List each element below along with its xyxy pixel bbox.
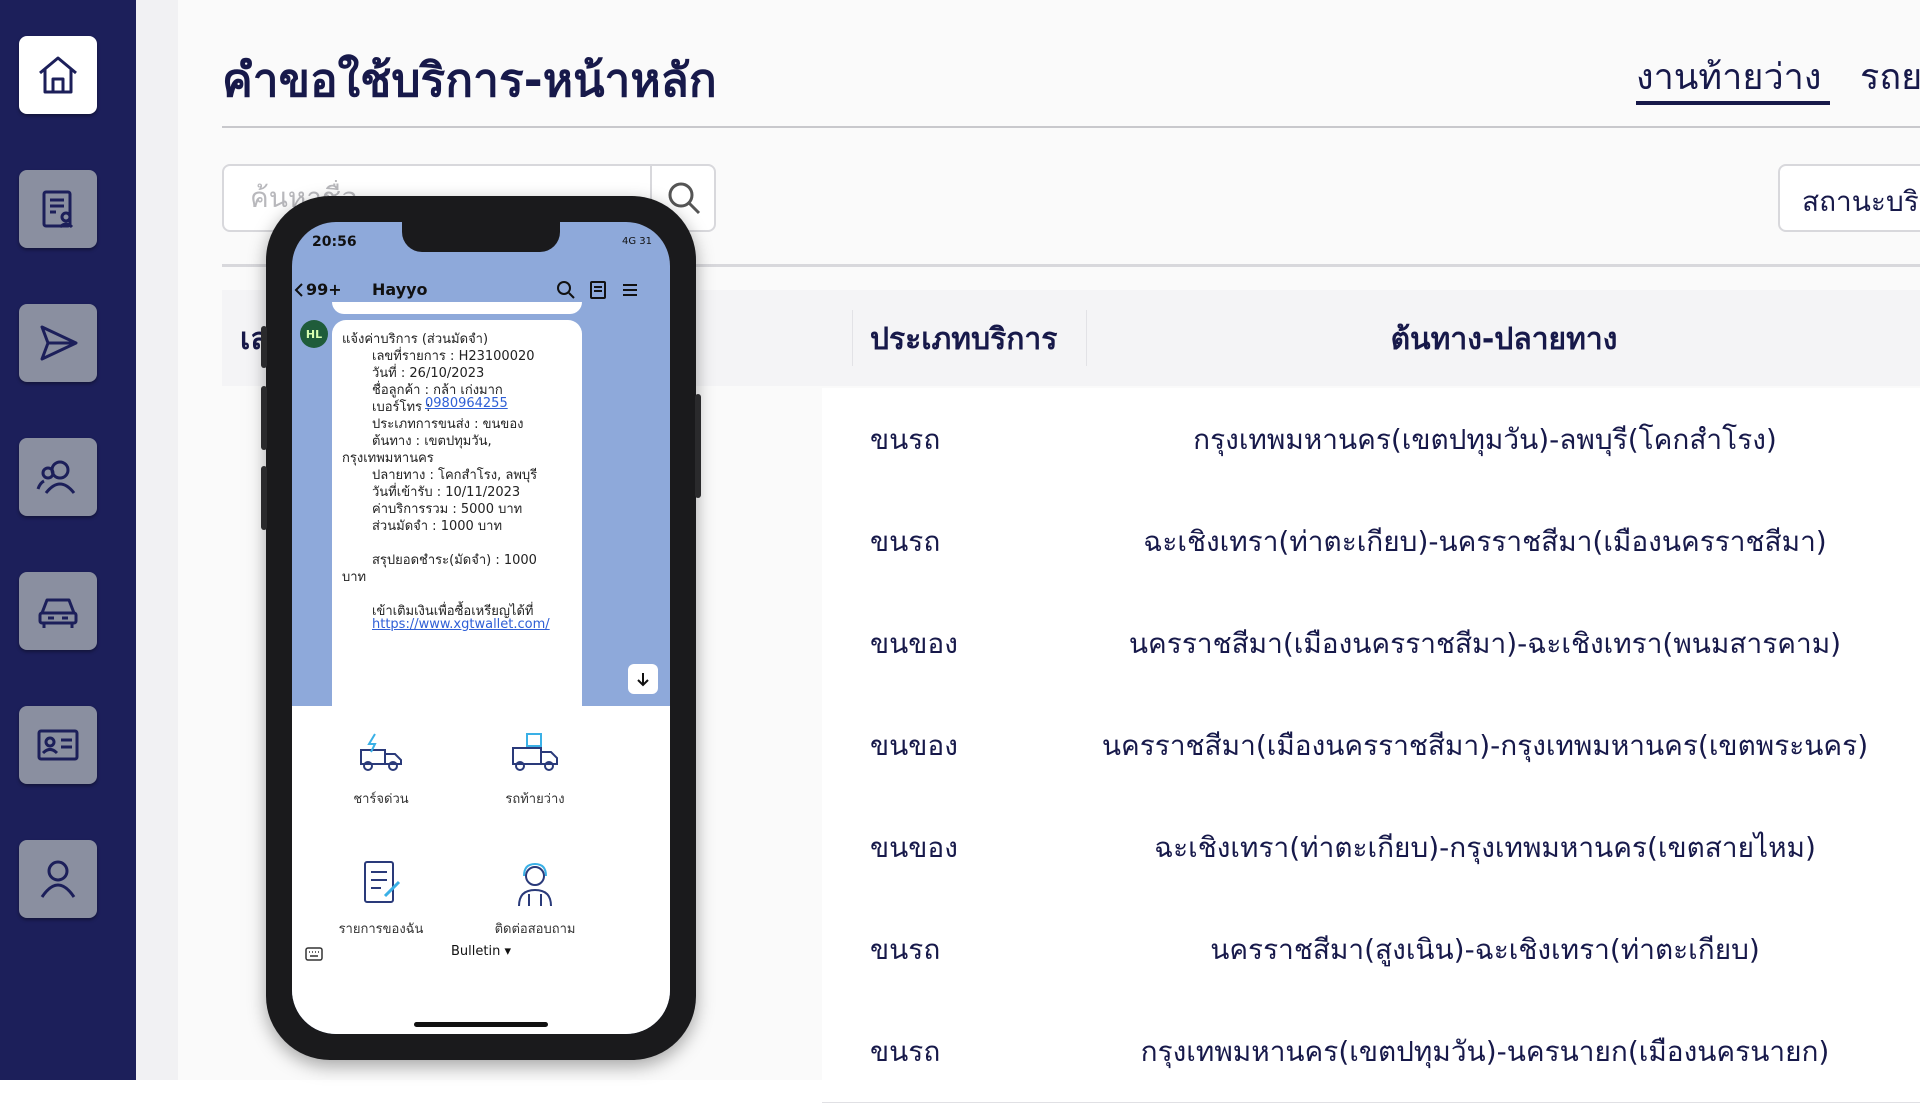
menu-item-empty-truck[interactable]: รถท้ายว่าง: [460, 726, 610, 809]
tab-empty-truck-jobs[interactable]: งานท้ายว่าง: [1636, 48, 1821, 105]
content-gutter: [136, 0, 178, 1080]
unread-count[interactable]: 99+: [306, 280, 342, 299]
nav-users-button[interactable]: [19, 438, 97, 516]
nav-id-card-button[interactable]: [19, 706, 97, 784]
column-separator: [852, 310, 853, 366]
menu-item-my-orders[interactable]: รายการของฉัน: [306, 856, 456, 939]
chat-name: Hayyo: [372, 280, 428, 299]
service-type-cell: ขนของ: [870, 627, 958, 660]
message-bubble: แจ้งค่าบริการ (ส่วนมัดจำ) เลขที่รายการ :…: [332, 320, 582, 710]
status-filter-dropdown[interactable]: สถานะบริ: [1778, 164, 1920, 232]
nav-send-button[interactable]: [19, 304, 97, 382]
table-row[interactable]: ขนรถ กรุงเทพมหานคร(เขตปทุมวัน)-นครนายก(เ…: [822, 1000, 1920, 1103]
active-tab-underline: [1636, 101, 1830, 105]
table-row[interactable]: ขนของ นครราชสีมา(เมืองนครราชสีมา)-ฉะเชิง…: [822, 592, 1920, 695]
menu-label: รถท้ายว่าง: [505, 792, 565, 807]
menu-label: ชาร์จด่วน: [353, 792, 409, 807]
status-signal: 4G 31: [621, 236, 652, 247]
menu-label: รายการของฉัน: [338, 922, 424, 937]
table-row[interactable]: ขนรถ ฉะเชิงเทรา(ท่าตะเกียบ)-นครราชสีมา(เ…: [822, 490, 1920, 593]
menu-item-express-charge[interactable]: ชาร์จด่วน: [306, 726, 456, 809]
route-cell: กรุงเทพมหานคร(เขตปทุมวัน)-นครนายก(เมืองน…: [1140, 1035, 1830, 1068]
table-row[interactable]: ขนของ นครราชสีมา(เมืองนครราชสีมา)-กรุงเท…: [822, 694, 1920, 797]
document-icon: [42, 190, 74, 229]
phone-number-link[interactable]: 0980964255: [425, 396, 508, 411]
route-cell: ฉะเชิงเทรา(ท่าตะเกียบ)-นครราชสีมา(เมืองน…: [1143, 525, 1827, 558]
id-card-icon: [37, 729, 79, 761]
service-type-cell: ขนรถ: [870, 933, 941, 966]
route-cell: นครราชสีมา(เมืองนครราชสีมา)-ฉะเชิงเทรา(พ…: [1128, 627, 1842, 660]
checklist-icon: [364, 861, 401, 903]
table-row[interactable]: ขนรถ กรุงเทพมหานคร(เขตปทุมวัน)-ลพบุรี(โค…: [822, 388, 1920, 491]
delivery-truck-icon: [512, 733, 558, 771]
service-type-cell: ขนรถ: [870, 423, 941, 456]
sidebar: [0, 0, 136, 1080]
phone-side-button: [261, 386, 267, 450]
nav-profile-button[interactable]: [19, 840, 97, 918]
notes-icon[interactable]: [588, 280, 608, 300]
message-line: ส่วนมัดจำ : 1000 บาท: [372, 519, 503, 534]
nav-vehicles-button[interactable]: [19, 572, 97, 650]
service-type-cell: ขนรถ: [870, 1035, 941, 1068]
send-icon: [40, 325, 78, 361]
service-type-cell: ขนของ: [870, 729, 958, 762]
users-icon: [36, 460, 76, 494]
phone-side-button: [261, 466, 267, 530]
table-row[interactable]: ขนรถ นครราชสีมา(สูงเนิน)-ฉะเชิงเทรา(ท่าต…: [822, 898, 1920, 1001]
table-row[interactable]: ขนของ ฉะเชิงเทรา(ท่าตะเกียบ)-กรุงเทพมหาน…: [822, 796, 1920, 899]
phone-screen: 20:56 4G 31 99+ Hayyo HL แจ้งค่าบริการ (…: [292, 222, 670, 1034]
route-cell: นครราชสีมา(เมืองนครราชสีมา)-กรุงเทพมหานค…: [1101, 729, 1869, 762]
scroll-down-button[interactable]: [628, 664, 658, 694]
support-agent-icon: [518, 862, 552, 907]
status-time: 20:56: [312, 234, 357, 250]
chevron-left-icon[interactable]: [292, 282, 306, 298]
tab-vehicles[interactable]: รถย: [1860, 48, 1920, 105]
message-line: บาท: [342, 570, 367, 585]
message-line: สรุปยอดชำระ(มัดจำ) : 1000: [372, 553, 537, 568]
car-icon: [38, 598, 78, 628]
home-indicator: [414, 1022, 548, 1027]
page-title: คำขอใช้บริการ-หน้าหลัก: [222, 53, 717, 107]
route-cell: ฉะเชิงเทรา(ท่าตะเกียบ)-กรุงเทพมหานคร(เขต…: [1154, 831, 1816, 864]
wallet-link[interactable]: https://www.xgtwallet.com/: [372, 617, 550, 632]
phone-mockup: 20:56 4G 31 99+ Hayyo HL แจ้งค่าบริการ (…: [261, 196, 701, 1060]
service-type-cell: ขนรถ: [870, 525, 941, 558]
nav-home-button[interactable]: [19, 36, 97, 114]
bulletin-menu-toggle[interactable]: Bulletin ▾: [292, 944, 670, 959]
arrow-down-icon: [637, 673, 649, 687]
search-icon[interactable]: [556, 280, 576, 300]
rich-menu: ชาร์จด่วน รถท้ายว่าง รายการของฉัน ติดต่อ…: [292, 706, 670, 1034]
phone-side-button: [261, 326, 267, 368]
column-header-route: ต้นทาง-ปลายทาง: [1390, 322, 1618, 357]
route-cell: นครราชสีมา(สูงเนิน)-ฉะเชิงเทรา(ท่าตะเกีย…: [1210, 933, 1760, 966]
route-cell: กรุงเทพมหานคร(เขตปทุมวัน)-ลพบุรี(โคกสำโร…: [1193, 423, 1777, 456]
title-divider: [222, 126, 1920, 128]
menu-icon[interactable]: [620, 280, 640, 300]
lightning-truck-icon: [360, 733, 402, 771]
home-icon: [39, 56, 77, 94]
user-icon: [40, 860, 76, 898]
phone-notch: [402, 222, 560, 252]
menu-item-contact[interactable]: ติดต่อสอบถาม: [460, 856, 610, 939]
previous-message-bubble: [332, 302, 582, 314]
service-type-cell: ขนของ: [870, 831, 958, 864]
avatar: HL: [300, 320, 328, 348]
column-header-service-type: ประเภทบริการ: [870, 322, 1058, 357]
column-separator: [1086, 310, 1087, 366]
nav-documents-button[interactable]: [19, 170, 97, 248]
menu-label: ติดต่อสอบถาม: [494, 922, 576, 937]
phone-side-button: [695, 394, 701, 498]
